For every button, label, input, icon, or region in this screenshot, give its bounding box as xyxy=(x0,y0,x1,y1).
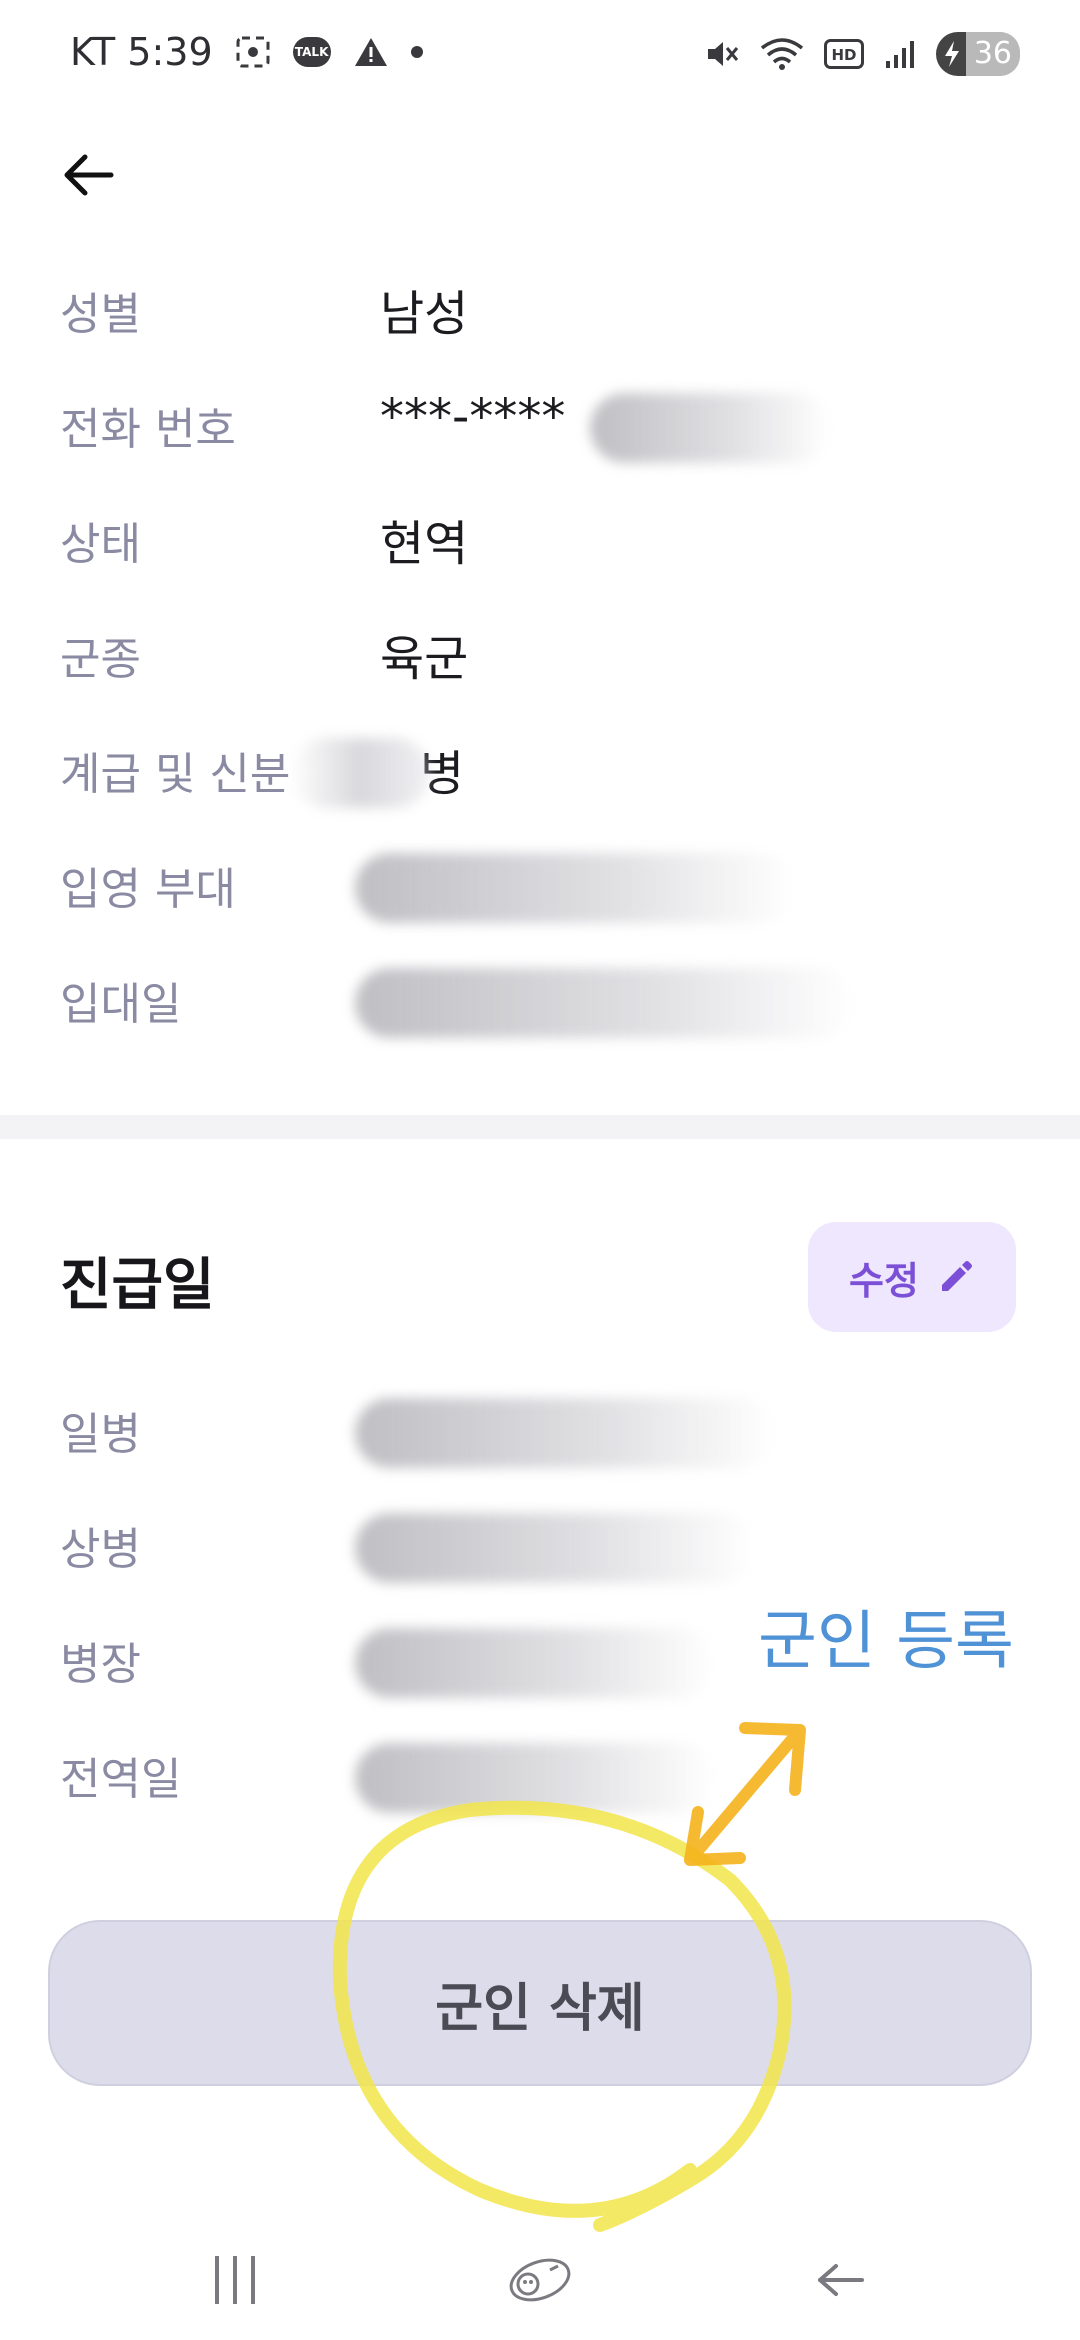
battery-level: 36 xyxy=(965,32,1020,76)
redacted-blur xyxy=(355,1743,715,1813)
edit-button[interactable]: 수정 xyxy=(808,1222,1016,1332)
recent-apps-button[interactable] xyxy=(175,2240,295,2320)
status-bar: KT 5:39 TALK HD 36 xyxy=(0,0,1080,110)
delete-soldier-button[interactable]: 군인 삭제 xyxy=(48,1920,1032,2086)
info-row-status: 상태 현역 xyxy=(0,490,1080,605)
info-label: 입영 부대 xyxy=(60,864,236,915)
hd-label: HD xyxy=(831,46,856,64)
info-label: 입대일 xyxy=(60,979,182,1030)
home-button[interactable] xyxy=(480,2240,600,2320)
promo-label: 상병 xyxy=(60,1524,141,1575)
arrow-left-icon xyxy=(64,154,114,196)
promo-row-pfc: 일병 xyxy=(0,1380,1080,1495)
info-label: 군종 xyxy=(60,634,141,685)
info-value: ***-**** xyxy=(380,389,566,445)
info-value: 육군 xyxy=(380,631,469,687)
info-row-unit: 입영 부대 xyxy=(0,835,1080,950)
home-icon xyxy=(509,2258,571,2302)
back-button[interactable] xyxy=(52,140,122,210)
kakaotalk-icon: TALK xyxy=(292,37,331,67)
redacted-blur xyxy=(290,738,430,808)
section-title: 진급일 xyxy=(60,1253,215,1318)
system-back-button[interactable] xyxy=(780,2240,900,2320)
profile-info-list: 성별 남성 전화 번호 ***-**** 상태 현역 군종 육군 계급 및 신분… xyxy=(0,260,1080,1065)
hd-icon: HD xyxy=(823,39,864,69)
warning-icon xyxy=(353,36,389,68)
redacted-blur xyxy=(355,1513,755,1583)
annotation-text: 군인 등록 xyxy=(758,1605,1014,1679)
redacted-blur xyxy=(355,1398,775,1468)
carrier-time: KT 5:39 xyxy=(70,30,213,74)
info-label: 성별 xyxy=(60,289,141,340)
dot-icon xyxy=(410,46,423,58)
info-value: 현역 xyxy=(380,516,469,572)
status-right: HD 36 xyxy=(704,32,1020,76)
info-row-rank: 계급 및 신분 병 xyxy=(0,720,1080,835)
info-label: 계급 및 신분 xyxy=(60,749,291,800)
promo-row-discharge: 전역일 xyxy=(0,1725,1080,1840)
screenshot-icon xyxy=(235,35,271,69)
redacted-blur xyxy=(590,393,830,463)
battery-charging-icon: 36 xyxy=(935,32,1020,76)
info-row-phone: 전화 번호 ***-**** xyxy=(0,375,1080,490)
info-label: 상태 xyxy=(60,519,141,570)
info-row-gender: 성별 남성 xyxy=(0,260,1080,375)
edit-button-label: 수정 xyxy=(849,1258,919,1303)
info-row-enlist-date: 입대일 xyxy=(0,950,1080,1065)
carrier-label: KT xyxy=(70,30,116,74)
pencil-icon xyxy=(937,1258,975,1296)
redacted-blur xyxy=(355,968,855,1038)
status-left: KT 5:39 TALK xyxy=(70,30,423,74)
time-label: 5:39 xyxy=(127,30,213,74)
promo-label: 일병 xyxy=(60,1409,141,1460)
recent-apps-icon xyxy=(215,2256,255,2304)
delete-button-label: 군인 삭제 xyxy=(435,1978,645,2039)
info-label: 전화 번호 xyxy=(60,404,236,455)
signal-icon xyxy=(884,39,916,69)
promo-label: 전역일 xyxy=(60,1754,182,1805)
section-divider xyxy=(0,1115,1080,1139)
system-nav-bar xyxy=(0,2200,1080,2340)
back-icon xyxy=(818,2264,864,2296)
mute-icon xyxy=(704,36,740,72)
promo-label: 병장 xyxy=(60,1639,141,1690)
wifi-icon xyxy=(760,36,804,72)
info-row-branch: 군종 육군 xyxy=(0,605,1080,720)
redacted-blur xyxy=(355,853,795,923)
info-value: 남성 xyxy=(380,286,469,342)
redacted-blur xyxy=(355,1628,715,1698)
